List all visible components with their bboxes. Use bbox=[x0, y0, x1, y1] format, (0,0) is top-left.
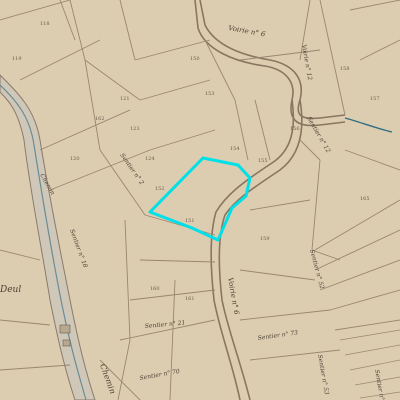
label-place: Deul bbox=[0, 285, 21, 295]
cadastral-map: Voirie n° 6 Voirie n° 6 Voirie n° 12 Sen… bbox=[0, 0, 400, 400]
parcel-num: 162 bbox=[95, 116, 105, 122]
parcel-num: 160 bbox=[150, 286, 160, 292]
map-canvas: Voirie n° 6 Voirie n° 6 Voirie n° 12 Sen… bbox=[0, 0, 400, 400]
parcel-num: 155 bbox=[258, 158, 268, 164]
parcel-num: 124 bbox=[145, 156, 155, 162]
parcel-num: 158 bbox=[340, 66, 350, 72]
parcel-num: 151 bbox=[185, 218, 195, 224]
parcel-num: 159 bbox=[260, 236, 270, 242]
parcel-num: 118 bbox=[40, 21, 50, 27]
parcel-num: 120 bbox=[70, 156, 80, 162]
parcel-num: 153 bbox=[205, 91, 215, 97]
parcel-num: 121 bbox=[120, 96, 130, 102]
parcel-num: 150 bbox=[190, 56, 200, 62]
building-west bbox=[59, 324, 71, 334]
parcel-num: 157 bbox=[370, 96, 380, 102]
building-west-2 bbox=[62, 339, 71, 347]
parcel-num: 165 bbox=[360, 196, 370, 202]
parcel-num: 119 bbox=[12, 56, 22, 62]
parcel-num: 154 bbox=[230, 146, 240, 152]
parcel-num: 123 bbox=[130, 126, 140, 132]
parcel-num: 152 bbox=[155, 186, 165, 192]
parcel-num: 156 bbox=[290, 126, 300, 132]
parcel-num: 161 bbox=[185, 296, 195, 302]
